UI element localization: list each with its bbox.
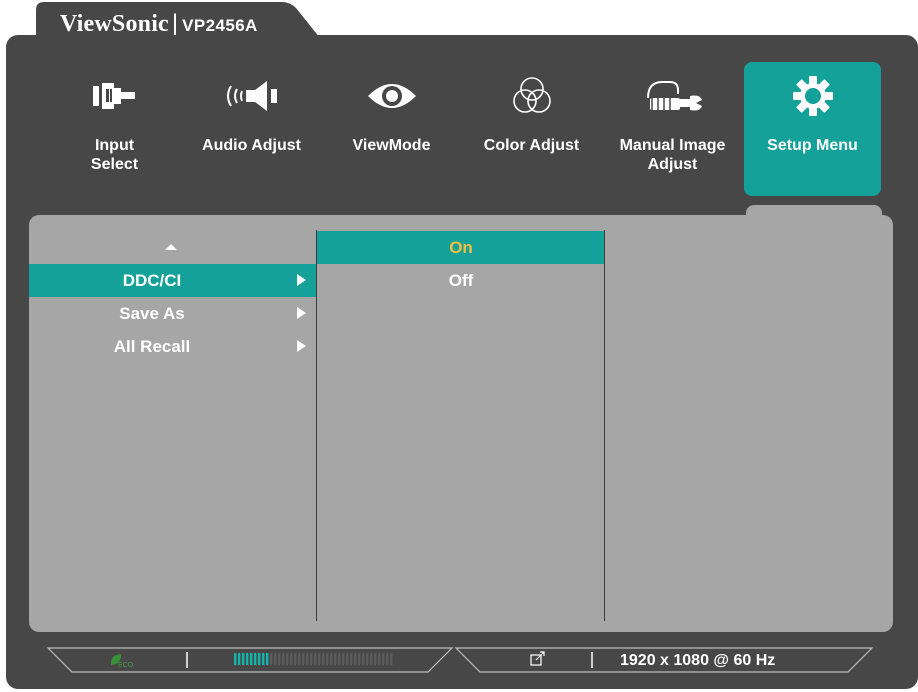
brightness-segment-empty xyxy=(338,653,341,665)
brightness-segment-empty xyxy=(346,653,349,665)
brightness-segment-empty xyxy=(330,653,333,665)
menu-item-setup-menu[interactable]: Setup Menu xyxy=(744,62,881,196)
brand-label: ViewSonic | VP2456A xyxy=(60,10,258,38)
brightness-segment-empty xyxy=(382,653,385,665)
brightness-segment-empty xyxy=(286,653,289,665)
submenu-arrow-icon xyxy=(297,307,306,319)
brightness-segment-empty xyxy=(298,653,301,665)
external-link-icon xyxy=(530,651,545,666)
brightness-level-bar xyxy=(234,653,393,665)
menu-label-setup-menu: Setup Menu xyxy=(767,137,858,154)
eco-leaf-icon: ECO xyxy=(110,654,134,669)
audio-speaker-icon xyxy=(183,76,320,116)
submenu-arrow-icon xyxy=(297,274,306,286)
brightness-segment-filled xyxy=(242,653,245,665)
brightness-segment-empty xyxy=(294,653,297,665)
scroll-up-arrow-icon[interactable] xyxy=(165,244,177,250)
brightness-segment-empty xyxy=(358,653,361,665)
menu-label-manual-image-adjust: Manual Image Adjust xyxy=(619,137,726,173)
status-bar: ECO xyxy=(0,640,918,680)
hand-wrench-icon xyxy=(604,76,741,116)
brightness-segment-filled xyxy=(254,653,257,665)
brightness-segment-empty xyxy=(314,653,317,665)
brightness-segment-filled xyxy=(262,653,265,665)
value-option-label: Off xyxy=(448,271,474,290)
brightness-segment-empty xyxy=(318,653,321,665)
submenu-item-label: DDC/CI xyxy=(122,271,182,290)
menu-item-viewmode[interactable]: ViewMode xyxy=(323,62,460,196)
brightness-segment-empty xyxy=(334,653,337,665)
brightness-segment-empty xyxy=(282,653,285,665)
model-name: VP2456A xyxy=(182,16,258,35)
brightness-segment-empty xyxy=(342,653,345,665)
value-option-on[interactable]: On xyxy=(317,231,605,264)
svg-text:ECO: ECO xyxy=(118,662,134,669)
brightness-segment-empty xyxy=(366,653,369,665)
brightness-segment-empty xyxy=(374,653,377,665)
menu-label-color-adjust: Color Adjust xyxy=(483,137,580,154)
brightness-segment-empty xyxy=(310,653,313,665)
brightness-segment-filled xyxy=(238,653,241,665)
brightness-segment-empty xyxy=(278,653,281,665)
submenu-item-save-as[interactable]: Save As xyxy=(37,297,316,330)
brightness-segment-empty xyxy=(386,653,389,665)
brightness-segment-filled xyxy=(246,653,249,665)
menu-label-viewmode: ViewMode xyxy=(352,137,431,154)
resolution-label: 1920 x 1080 @ 60 Hz xyxy=(620,652,776,669)
submenu-item-label: Save As xyxy=(119,304,185,323)
submenu-arrow-icon xyxy=(297,340,306,352)
menu-label-audio-adjust: Audio Adjust xyxy=(202,137,301,154)
brightness-segment-filled xyxy=(234,653,237,665)
brightness-segment-filled xyxy=(258,653,261,665)
brightness-segment-empty xyxy=(354,653,357,665)
value-option-label: On xyxy=(449,238,473,257)
gear-icon xyxy=(744,76,881,116)
brand-name: ViewSonic xyxy=(60,11,169,37)
brightness-segment-empty xyxy=(326,653,329,665)
brightness-segment-empty xyxy=(350,653,353,665)
brightness-segment-filled xyxy=(250,653,253,665)
submenu-item-label: All Recall xyxy=(113,337,191,356)
brightness-segment-filled xyxy=(266,653,269,665)
brightness-segment-empty xyxy=(322,653,325,665)
menu-item-audio-adjust[interactable]: Audio Adjust xyxy=(183,62,320,196)
brightness-segment-empty xyxy=(306,653,309,665)
input-select-icon xyxy=(46,76,183,116)
eye-icon xyxy=(323,76,460,116)
brightness-segment-empty xyxy=(362,653,365,665)
brightness-segment-empty xyxy=(270,653,273,665)
menu-label-input-select: Input Select xyxy=(90,137,139,173)
submenu-item-all-recall[interactable]: All Recall xyxy=(37,330,316,363)
brightness-segment-empty xyxy=(274,653,277,665)
brand-separator: | xyxy=(171,10,179,37)
color-circles-icon xyxy=(463,76,600,116)
value-option-off[interactable]: Off xyxy=(317,264,605,297)
brightness-segment-empty xyxy=(370,653,373,665)
menu-item-manual-image-adjust[interactable]: Manual Image Adjust xyxy=(604,62,741,196)
menu-item-color-adjust[interactable]: Color Adjust xyxy=(463,62,600,196)
brightness-segment-empty xyxy=(378,653,381,665)
submenu-item-ddc-ci[interactable]: DDC/CI xyxy=(37,264,316,297)
brightness-segment-empty xyxy=(390,653,393,665)
brightness-segment-empty xyxy=(302,653,305,665)
brightness-segment-empty xyxy=(290,653,293,665)
menu-item-input-select[interactable]: Input Select xyxy=(46,62,183,196)
